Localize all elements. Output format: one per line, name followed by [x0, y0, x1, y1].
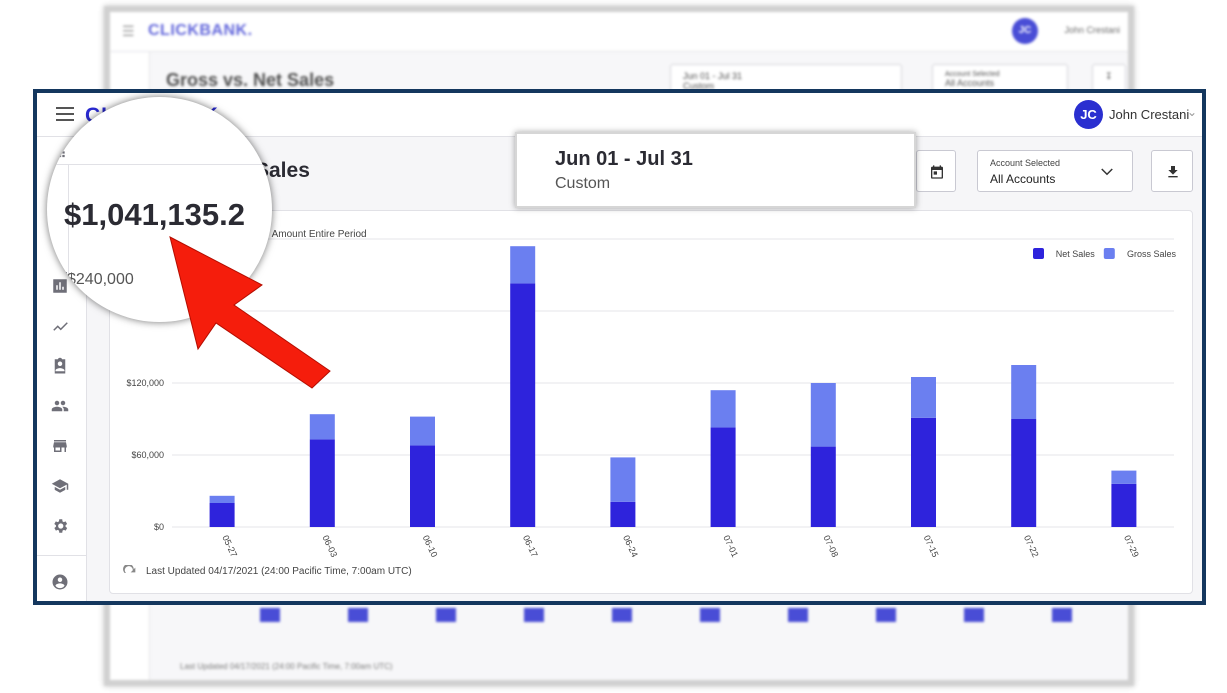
bar-net-sales[interactable]	[510, 283, 536, 527]
date-range-value: Jun 01 - Jul 31	[555, 148, 693, 170]
account-select-value: All Accounts	[990, 172, 1056, 186]
x-tick-label: 07-29	[1122, 534, 1141, 559]
bar-net-sales[interactable]	[610, 501, 636, 527]
calendar-icon	[931, 165, 943, 179]
legend-swatch[interactable]	[1033, 248, 1044, 259]
user-avatar[interactable]: JC	[1074, 100, 1103, 129]
background-bar	[348, 608, 368, 622]
bar-net-sales[interactable]	[1111, 483, 1137, 527]
x-tick-label: 07-08	[821, 534, 840, 559]
clipboard-icon[interactable]	[51, 357, 71, 377]
date-range-picker[interactable]: Jun 01 - Jul 31 Custom	[515, 132, 916, 208]
background-topbar: ☰ CLICKBANK. JC John Crestani	[110, 12, 1128, 52]
graduation-cap-icon[interactable]	[51, 477, 71, 497]
x-tick-label: 07-22	[1022, 534, 1041, 559]
x-tick-label: 07-01	[721, 534, 740, 559]
background-brand-logo: CLICKBANK.	[148, 22, 253, 39]
background-bar	[964, 608, 984, 622]
background-user-name: John Crestani	[1064, 25, 1120, 35]
user-menu-chevron-icon[interactable]: ⌄	[1187, 105, 1197, 119]
magnifier-sidebar-border	[68, 164, 69, 322]
magnifier-axis-tick: $240,000	[67, 271, 134, 288]
x-tick-label: 06-10	[421, 534, 440, 559]
background-avatar: JC	[1012, 18, 1038, 44]
bar-gross-sales[interactable]	[610, 457, 636, 502]
account-select-label: Account Selected	[990, 158, 1061, 168]
bar-net-sales[interactable]	[209, 503, 235, 527]
date-range-mode: Custom	[555, 175, 611, 192]
chevron-down-icon	[1101, 168, 1113, 176]
background-bar	[436, 608, 456, 622]
bar-gross-sales[interactable]	[710, 390, 736, 428]
bar-gross-sales[interactable]	[410, 416, 435, 446]
background-account-value: All Accounts	[945, 78, 995, 88]
background-bar	[612, 608, 632, 622]
x-tick-label: 05-27	[220, 534, 239, 559]
account-select[interactable]: Account Selected All Accounts	[977, 150, 1133, 192]
background-bar	[1052, 608, 1072, 622]
bar-net-sales[interactable]	[710, 427, 736, 527]
download-icon	[1168, 166, 1178, 178]
user-name[interactable]: John Crestani	[1109, 107, 1189, 122]
last-updated-text: Last Updated 04/17/2021 (24:00 Pacific T…	[146, 566, 412, 577]
background-bar	[700, 608, 720, 622]
sidebar-divider	[37, 555, 87, 556]
background-bar	[788, 608, 808, 622]
legend-label: Net Sales	[1056, 249, 1096, 259]
bar-net-sales[interactable]	[911, 417, 936, 527]
background-hamburger-icon: ☰	[122, 23, 135, 39]
menu-hamburger-icon[interactable]	[53, 103, 77, 125]
calendar-button[interactable]	[916, 150, 956, 192]
gear-icon[interactable]	[51, 517, 71, 537]
background-bar	[260, 608, 280, 622]
background-bar	[524, 608, 544, 622]
download-button[interactable]	[1151, 150, 1193, 192]
background-bar	[876, 608, 896, 622]
bar-net-sales[interactable]	[810, 446, 836, 527]
bar-gross-sales[interactable]	[1111, 470, 1137, 484]
refresh-icon[interactable]	[122, 565, 138, 581]
x-tick-label: 06-24	[621, 534, 640, 559]
magnifier-topbar-border	[47, 164, 272, 165]
y-tick-label: $60,000	[131, 450, 164, 460]
people-icon[interactable]	[51, 397, 71, 417]
y-tick-label: $0	[154, 522, 164, 532]
bar-gross-sales[interactable]	[911, 377, 936, 418]
bar-gross-sales[interactable]	[1011, 365, 1037, 419]
screenshot-stage: ☰ CLICKBANK. JC John Crestani Gross vs. …	[0, 0, 1227, 693]
background-date-range: Jun 01 - Jul 31	[683, 71, 743, 81]
background-last-updated: Last Updated 04/17/2021 (24:00 Pacific T…	[180, 662, 393, 671]
bar-net-sales[interactable]	[1011, 419, 1037, 527]
x-tick-label: 06-17	[521, 534, 540, 559]
red-arrow-icon	[169, 236, 331, 389]
bar-gross-sales[interactable]	[810, 383, 836, 447]
background-page-title: Gross vs. Net Sales	[166, 70, 335, 90]
bar-net-sales[interactable]	[410, 445, 435, 527]
bar-gross-sales[interactable]	[209, 495, 235, 503]
account-icon[interactable]	[51, 573, 71, 593]
legend-swatch[interactable]	[1103, 248, 1115, 259]
x-tick-label: 07-15	[922, 534, 941, 559]
grid-icon	[55, 151, 65, 158]
bar-gross-sales[interactable]	[510, 246, 536, 284]
bar-gross-sales[interactable]	[309, 414, 335, 440]
legend-label: Gross Sales	[1127, 249, 1177, 259]
store-icon[interactable]	[51, 437, 71, 457]
x-tick-label: 06-03	[320, 534, 339, 559]
bar-net-sales[interactable]	[309, 439, 335, 527]
background-account-label: Account Selected	[945, 71, 1000, 78]
